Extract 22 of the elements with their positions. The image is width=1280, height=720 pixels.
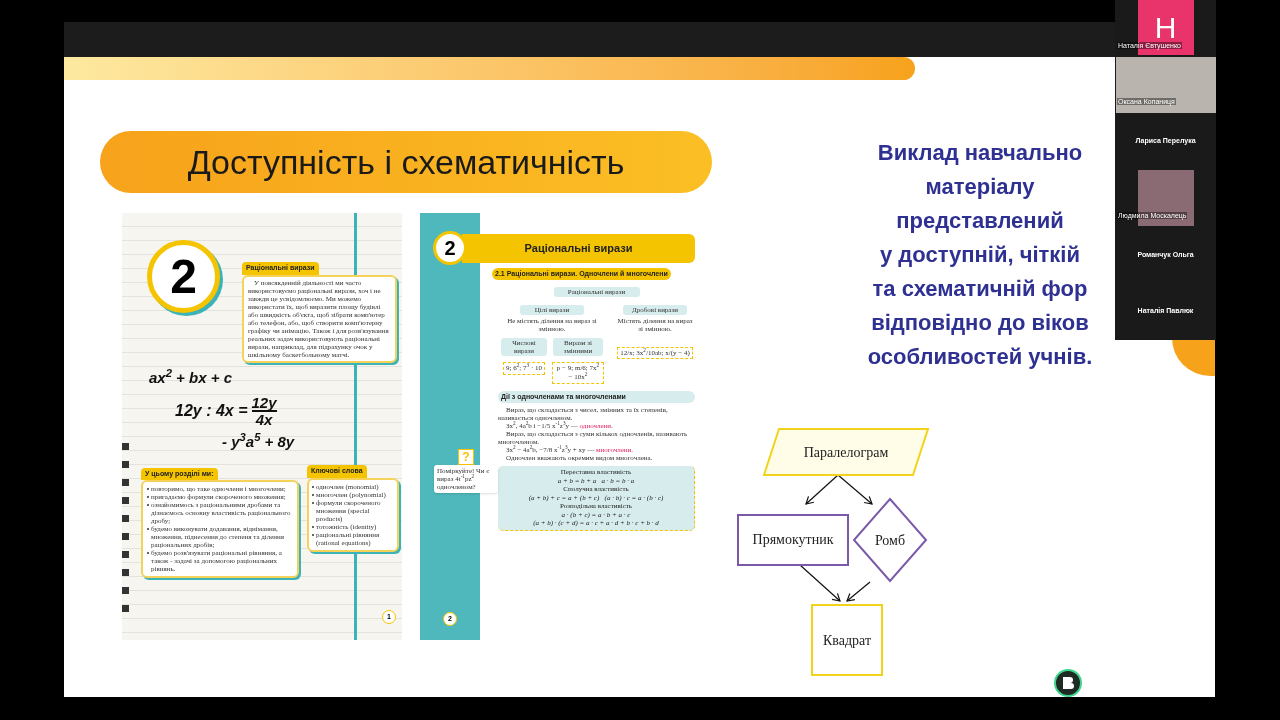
fraction-denominator: 4x [255,412,273,427]
description-line: представлений [896,207,1064,235]
description-line: у доступній, чіткій [880,241,1080,269]
description-line: та схематичній фор [872,275,1088,303]
chapter-number: 2 [170,252,197,301]
handwritten-formula: ax$^{2}$ + bx + c [149,366,233,388]
fraction-numerator: 12y [251,395,277,412]
description-line: особливостей учнів. [867,343,1093,371]
chapter-title: Раціональні вирази [524,241,633,257]
question-mark: ? [458,449,474,465]
diamond-node: Ромб [852,497,928,583]
rectangle-node: Прямокутник [737,514,849,566]
parallelogram-node: Паралелограм [762,428,930,476]
square-node: Квадрат [811,604,883,676]
handwritten-formula: 12y : 4x = [175,401,248,421]
avatar-initial: Н [1154,12,1177,43]
description-line: Виклад навчально [877,139,1083,167]
description-line: матеріалу [925,173,1035,201]
handwritten-formula: - y$^{3}$a$^{5}$ + 8y [222,431,296,452]
description-line: відповідно до віков [871,309,1089,337]
chapter-number: 2 [444,238,456,258]
slide-title: Доступність і схематичність [187,141,625,183]
